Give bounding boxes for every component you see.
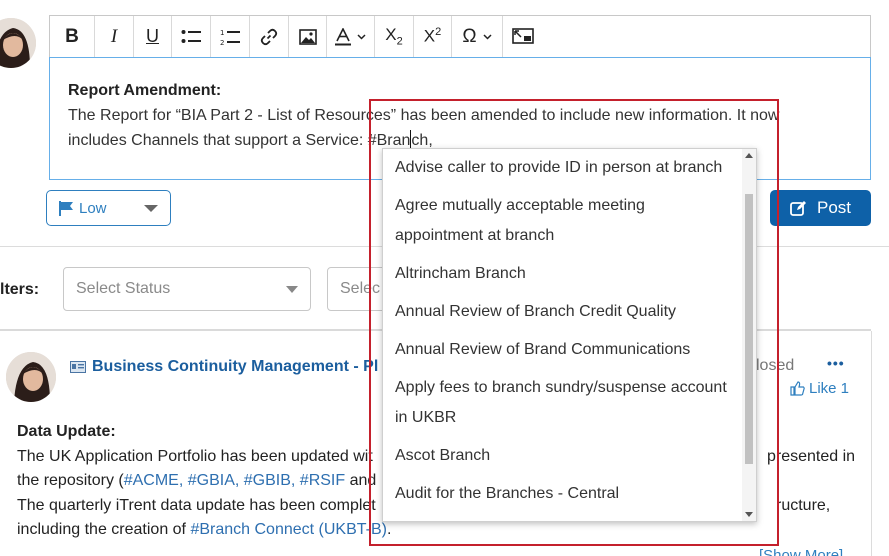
filters-label: lters:	[0, 281, 40, 298]
scroll-down-icon[interactable]	[745, 512, 753, 517]
post-button[interactable]: Post	[770, 190, 871, 226]
status-filter-select[interactable]: Select Status	[63, 267, 311, 311]
scroll-up-icon[interactable]	[745, 153, 753, 158]
editor-toolbar: B I U 1 2 X2 X2 Ω	[50, 16, 543, 58]
post-title[interactable]: Business Continuity Management - Pl	[70, 358, 378, 376]
scrollbar-thumb[interactable]	[745, 194, 753, 464]
autocomplete-item[interactable]: Annual Review of Brand Communications	[383, 331, 744, 369]
underline-button[interactable]: U	[134, 16, 172, 57]
fullscreen-icon	[512, 27, 534, 44]
autocomplete-item[interactable]: Agree mutually acceptable meeting appoin…	[383, 187, 744, 255]
avatar	[0, 18, 36, 68]
edit-icon	[790, 200, 806, 216]
link-icon	[260, 28, 278, 45]
chevron-down-icon	[286, 286, 298, 293]
chevron-down-icon	[144, 205, 158, 212]
numbered-list-icon: 1 2	[220, 29, 240, 46]
chevron-down-icon	[357, 33, 366, 40]
autocomplete-item[interactable]: Annual Review of Branch Credit Quality	[383, 293, 744, 331]
divider	[871, 331, 872, 556]
bulleted-list-icon	[181, 29, 201, 43]
image-icon	[298, 28, 317, 45]
link-button[interactable]	[250, 16, 289, 57]
status-badge: losed	[756, 357, 795, 374]
flag-icon	[59, 200, 73, 216]
italic-button[interactable]: I	[95, 16, 134, 57]
like-button[interactable]: Like 1	[790, 380, 849, 397]
autocomplete-item[interactable]: Apply fees to branch sundry/suspense acc…	[383, 369, 744, 437]
autocomplete-item[interactable]: Altrincham Branch	[383, 255, 744, 293]
special-character-button[interactable]: Ω	[452, 16, 503, 57]
font-color-icon	[335, 27, 351, 45]
hashtag-autocomplete[interactable]: Advise caller to provide ID in person at…	[382, 148, 757, 522]
autocomplete-list: Advise caller to provide ID in person at…	[383, 149, 744, 513]
content-heading: Report Amendment:	[68, 82, 222, 99]
svg-text:2: 2	[220, 39, 224, 46]
subscript-button[interactable]: X2	[375, 16, 414, 57]
show-more-link[interactable]: [Show More]	[759, 547, 843, 556]
priority-select[interactable]: Low	[46, 190, 171, 226]
font-color-button[interactable]	[327, 16, 375, 57]
superscript-button[interactable]: X2	[414, 16, 452, 57]
numbered-list-button[interactable]: 1 2	[211, 16, 250, 57]
hashtag-link[interactable]: #Branch Connect (UKBT-B)	[190, 521, 387, 538]
hashtag-link[interactable]: #ACME	[124, 472, 179, 489]
hashtag-link[interactable]: #RSIF	[300, 472, 345, 489]
id-card-icon	[70, 361, 86, 373]
hashtag-link[interactable]: #GBIA	[188, 472, 235, 489]
autocomplete-item[interactable]: Ascot Branch	[383, 437, 744, 475]
svg-text:1: 1	[220, 29, 224, 37]
hashtag-link[interactable]: #GBIB	[244, 472, 291, 489]
avatar	[6, 352, 56, 402]
more-options-icon[interactable]: •••	[827, 355, 845, 371]
chevron-down-icon	[483, 33, 492, 40]
bold-button[interactable]: B	[50, 16, 95, 57]
autocomplete-item[interactable]: Audit for the Branches - Central	[383, 475, 744, 513]
scrollbar[interactable]	[742, 149, 756, 521]
bulleted-list-button[interactable]	[172, 16, 211, 57]
autocomplete-item[interactable]: Advise caller to provide ID in person at…	[383, 149, 744, 187]
fullscreen-button[interactable]	[503, 16, 543, 57]
thumbs-up-icon	[790, 381, 805, 396]
content-line-1: The Report for “BIA Part 2 - List of Res…	[68, 107, 780, 124]
image-button[interactable]	[289, 16, 327, 57]
